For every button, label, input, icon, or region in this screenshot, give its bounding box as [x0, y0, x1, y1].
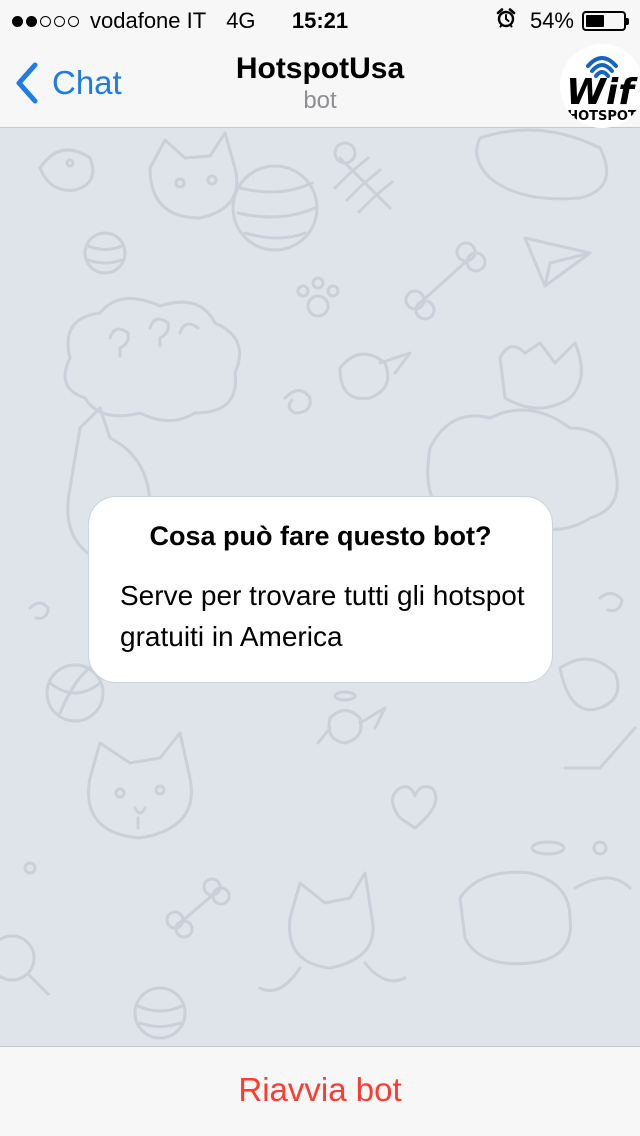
battery-icon — [582, 11, 629, 31]
back-label: Chat — [52, 64, 122, 101]
status-bar: vodafone IT 4G 15:21 54% — [0, 0, 640, 40]
back-button[interactable]: Chat — [14, 62, 122, 104]
chat-subtitle: bot — [303, 87, 337, 114]
alarm-clock-icon — [496, 8, 516, 34]
battery-percent: 54% — [529, 8, 574, 33]
svg-text:HOTSPOT: HOTSPOT — [567, 109, 637, 124]
svg-text:Wif: Wif — [566, 72, 638, 113]
status-right: 54% — [496, 8, 629, 34]
restart-bot-button[interactable]: Riavvia bot — [0, 1071, 640, 1109]
chat-background: Cosa può fare questo bot? Serve per trov… — [0, 128, 640, 1046]
bot-avatar[interactable]: Wif HOTSPOT — [560, 44, 640, 128]
bottom-bar: Riavvia bot — [0, 1046, 640, 1136]
battery-level — [586, 15, 604, 27]
navigation-bar: Chat HotspotUsa bot Wif HOTSPOT — [0, 40, 640, 128]
chevron-left-icon — [16, 62, 38, 104]
chat-title: HotspotUsa — [235, 52, 405, 85]
chat-header[interactable]: HotspotUsa bot — [120, 52, 520, 116]
bot-info-title: Cosa può fare questo bot? — [149, 521, 492, 551]
wifi-hotspot-logo: Wif HOTSPOT — [566, 56, 638, 124]
bot-info-description: Serve per trovare tutti gli hotspot grat… — [120, 580, 525, 652]
bot-info-card: Cosa può fare questo bot? Serve per trov… — [88, 496, 553, 683]
